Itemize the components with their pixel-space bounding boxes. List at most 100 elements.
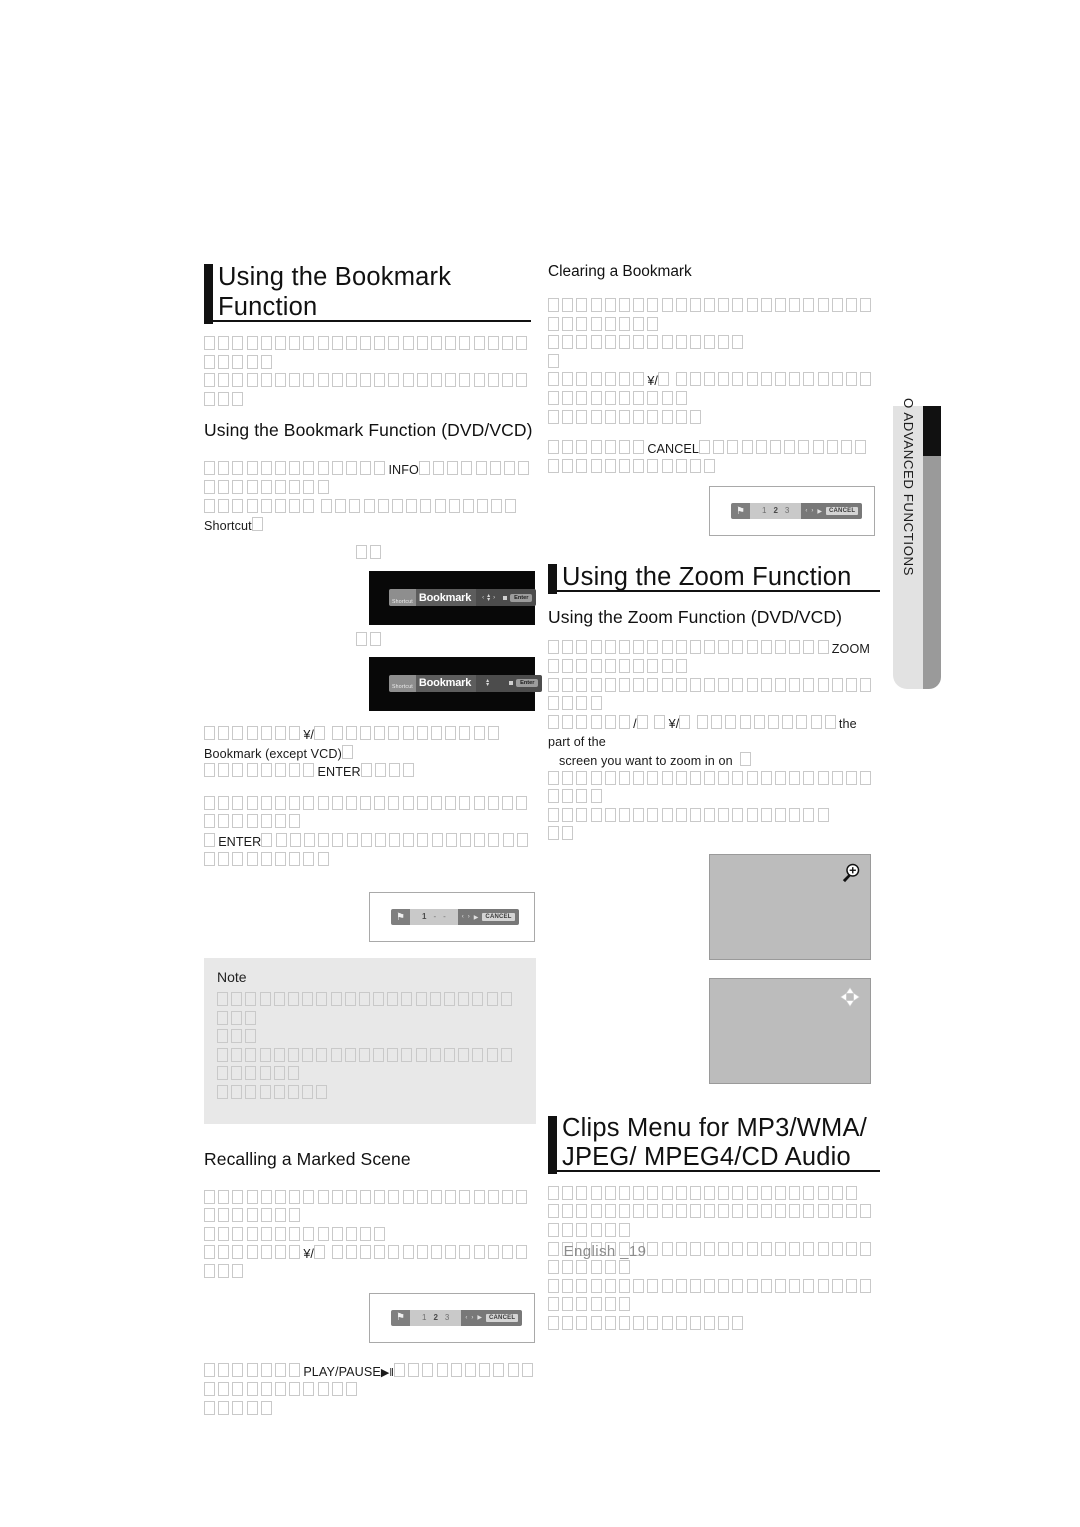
bookmark-number: 3	[444, 1312, 450, 1322]
page-number: English _19	[563, 1243, 647, 1260]
bookmark-left-arrow-icon: ‹	[465, 1314, 468, 1321]
bookmark-number: 1	[422, 912, 427, 922]
lit-arrow-updown: ¥/	[303, 727, 315, 742]
tofu-run-s1a	[204, 461, 388, 477]
tofu-run-z7	[679, 714, 693, 731]
recall-paragraph: ¥/	[204, 1189, 536, 1283]
tofu-run-m4	[548, 1278, 874, 1314]
bookmark-screenshot-1: ⚑ 1 - - ‹ › ▶ CANCEL	[369, 892, 535, 943]
bookmark-number: 1	[762, 506, 767, 516]
tofu-run-s2f	[360, 763, 418, 779]
bookmark-flag-icon: ⚑	[391, 1309, 410, 1326]
manual-page: Using the Bookmark Function Using the Bo…	[0, 0, 1080, 1527]
tofu-run-n1	[217, 992, 515, 1027]
tofu-run-s3b	[204, 832, 218, 849]
tofu-run-z9	[739, 751, 754, 768]
tofu-run-z12	[548, 826, 576, 842]
tofu-run-c2	[548, 335, 747, 351]
bookmark-play-icon: ▶	[473, 914, 479, 921]
intro-paragraph	[204, 336, 536, 410]
tofu-run-s2a	[204, 725, 303, 742]
bookmark-controls-3: ‹ › ▶ CANCEL	[801, 503, 863, 520]
subheading-recalling-marked-scene: Recalling a Marked Scene	[204, 1148, 411, 1169]
bookmark-bar-3: ⚑ 1 2 3 ‹ › ▶ CANCEL	[731, 503, 863, 520]
lit-arrow-clearing: ¥/	[647, 374, 659, 389]
osd-title-label: Bookmark	[415, 589, 477, 607]
zoom-preview-panel-1	[709, 853, 871, 960]
zoom-preview-panel-2	[709, 977, 871, 1084]
bookmark-numbers-3: 1 2 3	[750, 503, 802, 520]
osd-down-arrow-icon: ▾	[487, 596, 491, 603]
side-tab-strip	[923, 406, 941, 689]
tofu-run-s1e	[251, 517, 266, 533]
bookmark-numbers-2: 1 2 3	[410, 1309, 462, 1326]
side-tab-text: O ADVANCED FUNCTIONS	[901, 398, 916, 577]
osd-enter-label: Enter	[510, 593, 533, 602]
tofu-run-m1	[548, 1185, 860, 1202]
bookmark-cancel-label: CANCEL	[482, 913, 515, 922]
bookmark-numbers-1: 1 - -	[410, 909, 458, 926]
four-direction-arrows-icon	[839, 986, 861, 1013]
osd-screenshot-bookmark-2: Shortcut Bookmark ▴ ▾ Enter	[369, 656, 543, 711]
lit-enter-1: ENTER	[317, 765, 361, 780]
tofu-run-c5	[658, 372, 672, 388]
osd-enter-square-icon	[503, 595, 508, 600]
bookmark-number: -	[433, 912, 437, 922]
bookmark-play-icon: ▶	[477, 1315, 482, 1322]
bookmark-left-arrow-icon: ‹	[805, 508, 808, 515]
right-column: Clearing a Bookmark ¥/ CANCEL ⚑ 1 2 3 ‹	[548, 262, 880, 1344]
heading-clips-menu: Clips Menu for MP3/WMA/ JPEG/ MPEG4/CD A…	[548, 1113, 880, 1174]
heading-accent-bar	[548, 564, 557, 595]
osd-left-arrow-icon: ‹	[482, 594, 485, 601]
tofu-run-s1c	[204, 498, 318, 515]
osd-bar-2: Shortcut Bookmark ▴ ▾ Enter	[389, 674, 543, 692]
tofu-run-c7	[548, 409, 704, 426]
tofu-run-z5	[636, 714, 651, 731]
bookmark-number: 2	[433, 1312, 438, 1322]
tofu-run-m5	[548, 1316, 747, 1332]
tofu-run-s2e	[204, 763, 318, 779]
bookmark-controls-2: ‹ › ▶ CANCEL	[461, 1309, 523, 1326]
osd-nav-arrows: ‹ ▴ ▾ ›	[476, 589, 502, 607]
lit-shortcut: Shortcut	[204, 519, 252, 534]
bookmark-bar-2: ⚑ 1 2 3 ‹ › ▶ CANCEL	[391, 1309, 523, 1326]
osd-shortcut-label-2: Shortcut	[389, 674, 416, 692]
play-pause-icon: ▶‖	[380, 1366, 395, 1379]
bookmark-screenshot-3: ⚑ 1 2 3 ‹ › ▶ CANCEL	[709, 486, 875, 537]
lit-enter-2: ENTER	[218, 834, 262, 849]
tofu-run-c8	[548, 440, 647, 456]
step-2-paragraph: ¥/ Bookmark (except VCD) ENTER	[204, 725, 536, 782]
tofu-run-s2c	[331, 725, 502, 742]
osd-title-label-2: Bookmark	[415, 674, 477, 692]
osd-updown-arrows-icon: ▴ ▾	[487, 593, 491, 603]
side-tab-active-marker	[923, 406, 941, 456]
heading-text: Using the Bookmark Function	[218, 263, 452, 321]
bookmark-cancel-label: CANCEL	[485, 1313, 519, 1322]
lit-cancel: CANCEL	[647, 442, 700, 457]
bookmark-right-arrow-icon: ›	[471, 1314, 474, 1321]
bookmark-flag-icon: ⚑	[731, 503, 750, 520]
heading-text: Clips Menu for MP3/WMA/ JPEG/ MPEG4/CD A…	[562, 1113, 867, 1171]
subheading-clearing-bookmark: Clearing a Bookmark	[548, 263, 692, 280]
side-tab-label-plate: O ADVANCED FUNCTIONS	[893, 398, 923, 689]
tofu-run-z1	[548, 640, 832, 656]
subheading-zoom-dvd-vcd: Using the Zoom Function (DVD/VCD)	[548, 607, 843, 628]
subheading-bookmark-dvd-vcd: Using the Bookmark Function (DVD/VCD)	[204, 420, 533, 441]
heading-accent-bar	[204, 264, 213, 324]
bookmark-play-icon: ▶	[817, 508, 822, 515]
tofu-run-n4	[217, 1085, 331, 1101]
tofu-run-p1	[204, 1362, 303, 1379]
tofu-run-z8	[697, 714, 839, 731]
clearing-paragraph-1: ¥/	[548, 298, 880, 428]
caption-a	[204, 544, 536, 564]
caption-b	[204, 632, 536, 651]
bookmark-bar-1: ⚑ 1 - - ‹ › ▶ CANCEL	[391, 909, 519, 926]
tofu-run-s3a	[204, 795, 530, 831]
side-tab-advanced-functions: O ADVANCED FUNCTIONS	[893, 398, 945, 689]
tofu-run-r1	[204, 1189, 530, 1225]
zoom-paragraph: ZOOM / ¥/ the part of the screen you wan…	[548, 640, 880, 845]
heading-text: Using the Zoom Function	[562, 563, 852, 592]
magnifier-plus-icon	[839, 862, 861, 889]
bookmark-right-arrow-icon: ›	[811, 508, 814, 515]
tofu-run-z6	[654, 714, 668, 731]
